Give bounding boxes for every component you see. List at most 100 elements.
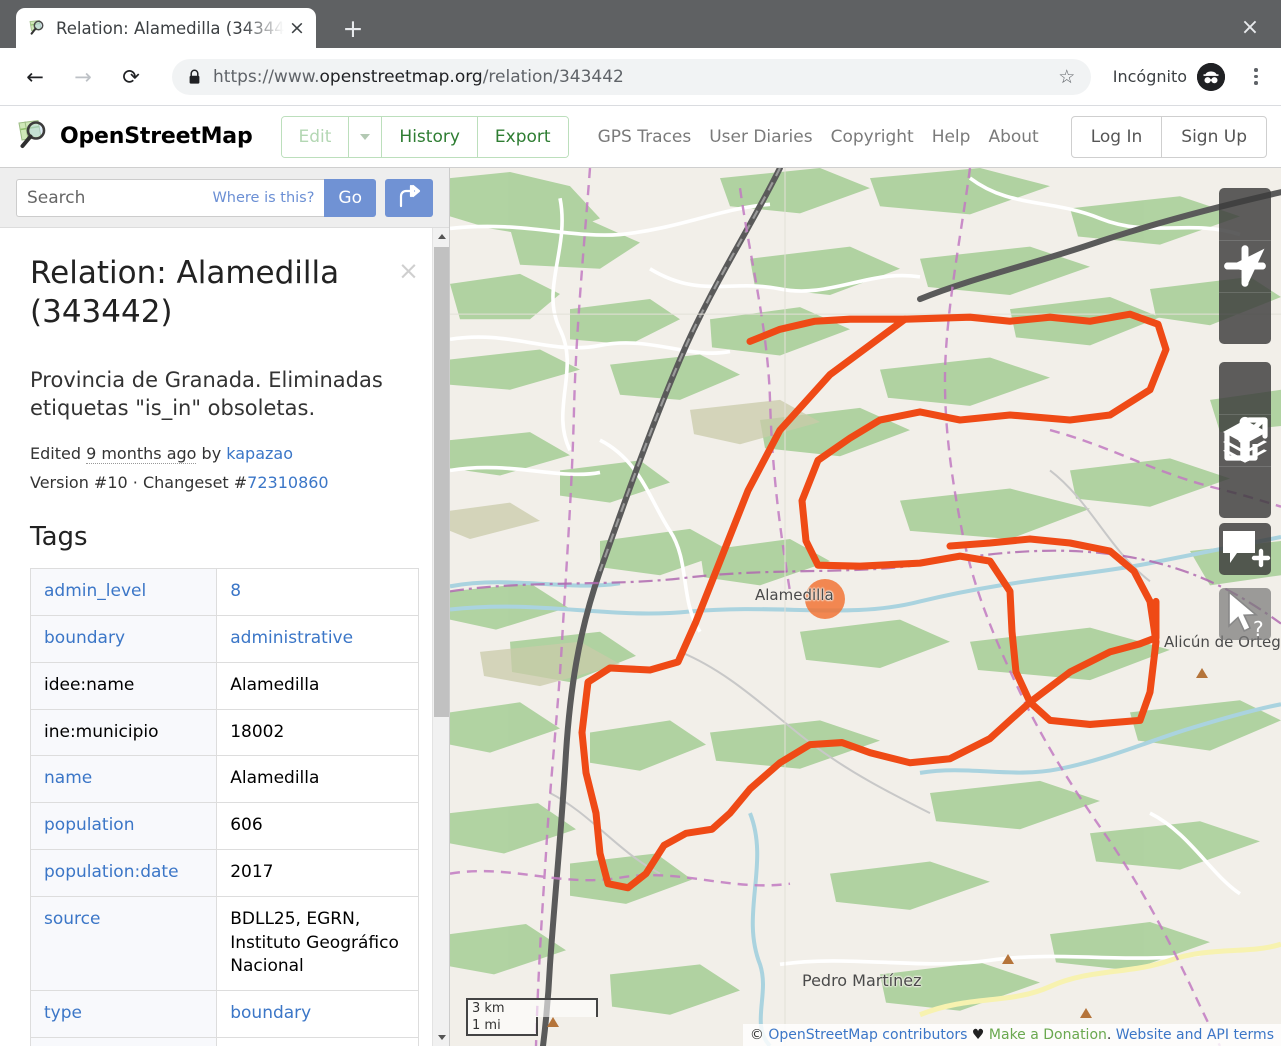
forward-button[interactable]: → <box>66 60 100 94</box>
locate-arrow-icon[interactable] <box>1219 248 1271 344</box>
tag-key-cell: boundary <box>29 614 218 663</box>
version-label: Version #10 <box>30 473 128 493</box>
tag-key-cell: idee:name <box>29 661 218 710</box>
reload-button[interactable]: ⟳ <box>114 60 148 94</box>
tag-key-cell: wikidata <box>29 1036 218 1046</box>
table-row: source BDLL25, EGRN, Instituto Geográfico… <box>29 895 419 992</box>
back-button[interactable]: ← <box>18 60 52 94</box>
where-is-this-link[interactable]: Where is this? <box>212 190 314 206</box>
peak-icon <box>1196 668 1208 678</box>
nav-copyright[interactable]: Copyright <box>831 127 914 147</box>
tags-heading: Tags <box>30 522 88 553</box>
window-close-button[interactable]: × <box>1233 12 1267 42</box>
zoom-control-stack <box>1219 188 1271 344</box>
nav-gps-traces[interactable]: GPS Traces <box>598 127 692 147</box>
scroll-down-arrow[interactable] <box>433 1029 450 1046</box>
osm-logo-link[interactable]: OpenStreetMap <box>16 118 253 156</box>
tag-value: 18002 <box>230 721 285 742</box>
search-go-button[interactable]: Go <box>324 178 376 217</box>
incognito-label: Incógnito <box>1112 67 1187 86</box>
new-tab-button[interactable]: + <box>336 12 370 44</box>
edited-timestamp: 9 months ago <box>86 444 197 465</box>
table-row: wikidataQ1631944 <box>29 1036 419 1046</box>
tag-key-cell: type <box>29 990 218 1038</box>
add-note-icon[interactable] <box>1219 523 1271 575</box>
browser-menu-button[interactable] <box>1241 60 1271 94</box>
website-api-terms-link[interactable]: Website and API terms <box>1116 1027 1274 1043</box>
edit-dropdown-button[interactable] <box>349 116 383 157</box>
peak-icon <box>1080 1008 1092 1018</box>
url-host: openstreetmap.org <box>319 66 483 87</box>
scroll-up-arrow[interactable] <box>433 228 450 245</box>
relation-description: Provincia de Granada. Eliminadas etiquet… <box>30 367 383 420</box>
map-canvas[interactable]: Alamedilla Alicún de Ortega Pedro Martín… <box>450 168 1281 1046</box>
tag-value: 2017 <box>230 861 274 882</box>
scrollbar-thumb[interactable] <box>434 247 449 717</box>
nav-about[interactable]: About <box>988 127 1038 147</box>
export-button[interactable]: Export <box>477 116 568 157</box>
editor-user-link[interactable]: kapazao <box>226 444 293 463</box>
incognito-indicator[interactable]: Incógnito <box>1112 62 1225 91</box>
table-row: type boundary <box>29 990 419 1038</box>
nav-user-diaries[interactable]: User Diaries <box>709 127 812 147</box>
history-button[interactable]: History <box>382 116 478 157</box>
nav-help[interactable]: Help <box>932 127 971 147</box>
search-bar: Search Where is this? Go <box>0 168 449 228</box>
osm-contributors-link[interactable]: OpenStreetMap contributors <box>768 1027 967 1043</box>
url-text: https://www.openstreetmap.org/relation/3… <box>213 67 624 87</box>
copyright-symbol: © <box>749 1027 764 1043</box>
edited-prefix: Edited <box>30 444 81 464</box>
tag-value-cell: Alamedilla <box>216 661 419 710</box>
osm-site-header: OpenStreetMap Edit History Export GPS Tr… <box>0 106 1281 168</box>
tag-key[interactable]: name <box>44 768 92 788</box>
version-separator: · <box>132 473 138 493</box>
tag-value-cell: 8 <box>216 568 419 616</box>
sidebar-scrollbar[interactable] <box>432 228 449 1046</box>
bookmark-star-icon[interactable]: ☆ <box>1051 61 1083 93</box>
tag-key[interactable]: source <box>44 909 100 929</box>
tag-key[interactable]: boundary <box>44 628 125 648</box>
address-bar[interactable]: https://www.openstreetmap.org/relation/3… <box>172 58 1091 95</box>
close-panel-icon[interactable]: × <box>398 258 419 283</box>
changeset-label: Changeset # <box>142 473 248 493</box>
sidebar-body: × Relation: Alamedilla (343442) Provinci… <box>0 228 449 1046</box>
page-content: Search Where is this? Go × Relation: Ala… <box>0 168 1281 1046</box>
tag-key-cell: admin_level <box>29 568 218 616</box>
search-placeholder: Search <box>27 187 86 208</box>
tag-value: Alamedilla <box>230 768 320 789</box>
log-in-button[interactable]: Log In <box>1072 116 1163 157</box>
sign-up-button[interactable]: Sign Up <box>1162 117 1266 157</box>
tab-close-icon[interactable]: × <box>284 15 310 41</box>
directions-button[interactable] <box>385 178 433 217</box>
tag-value-cell: boundary <box>216 990 419 1038</box>
tag-value-cell: administrative <box>216 614 419 663</box>
make-a-donation-link[interactable]: Make a Donation <box>989 1027 1107 1043</box>
tag-value[interactable]: administrative <box>230 628 353 648</box>
lock-icon <box>188 69 201 85</box>
edit-button-group: Edit History Export <box>280 115 569 158</box>
tag-value-cell: BDLL25, EGRN, Instituto Geográfico Nacio… <box>216 895 419 992</box>
tag-key[interactable]: population <box>44 815 134 835</box>
share-icon[interactable] <box>1219 417 1271 518</box>
version-line: Version #10 · Changeset #72310860 <box>30 473 419 492</box>
edit-button[interactable]: Edit <box>281 116 350 157</box>
query-tool-stack: ? <box>1219 588 1271 640</box>
tag-value[interactable]: 8 <box>230 581 241 601</box>
edited-line: Edited 9 months ago by kapazao <box>30 444 419 465</box>
search-input[interactable]: Search Where is this? <box>16 178 325 217</box>
tag-value: Alamedilla <box>230 674 320 695</box>
tag-key[interactable]: type <box>44 1003 82 1023</box>
url-scheme: https://www. <box>213 66 320 87</box>
osm-brand-name: OpenStreetMap <box>60 124 253 149</box>
tag-key-cell: ine:municipio <box>29 708 218 757</box>
browser-tab[interactable]: Relation: Alamedilla (343442) × <box>16 8 316 48</box>
heart-icon: ♥ <box>971 1027 985 1043</box>
query-features-icon[interactable]: ? <box>1219 588 1271 640</box>
sidebar: Search Where is this? Go × Relation: Ala… <box>0 168 450 1046</box>
tag-key[interactable]: population:date <box>44 862 179 882</box>
tag-value[interactable]: boundary <box>230 1003 311 1023</box>
tag-key[interactable]: admin_level <box>44 581 146 601</box>
changeset-link[interactable]: 72310860 <box>247 473 328 492</box>
auth-button-group: Log In Sign Up <box>1070 115 1267 158</box>
osm-magnifier-icon <box>28 19 46 37</box>
